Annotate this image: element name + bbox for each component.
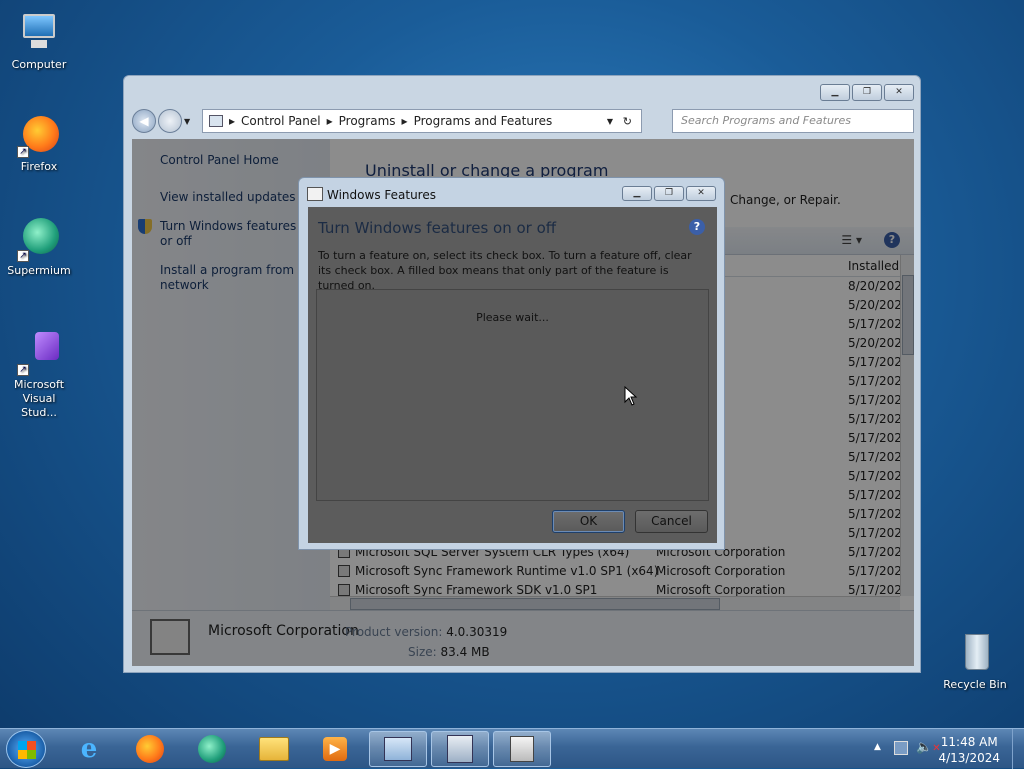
dialog-minimize-button[interactable]: ▁ (622, 186, 652, 201)
desktop-icon-label: Supermium (7, 264, 71, 277)
system-clock[interactable]: 11:48 AM 4/13/2024 (938, 734, 1000, 766)
network-icon[interactable] (894, 741, 908, 755)
taskbar-file-explorer[interactable] (245, 731, 303, 767)
notification-area: ▲ 🔈✕ 11:48 AM 4/13/2024 (864, 729, 1024, 769)
dialog-help-icon[interactable]: ? (689, 219, 705, 235)
taskbar-firefox[interactable] (121, 731, 179, 767)
loading-status: Please wait... (476, 311, 549, 324)
windows-features-icon (307, 187, 323, 201)
forward-button[interactable] (158, 109, 182, 133)
desktop-icon-label: Recycle Bin (943, 678, 1007, 691)
computer-icon (17, 10, 61, 54)
file-explorer-icon (259, 737, 289, 761)
visual-studio-icon: ↗ (17, 330, 61, 376)
search-input[interactable]: Search Programs and Features (672, 109, 914, 133)
dialog-close-button[interactable]: ✕ (686, 186, 716, 201)
breadcrumb-dropdown-icon[interactable]: ▼ (607, 117, 613, 126)
cancel-button[interactable]: Cancel (635, 510, 708, 533)
windows-logo-icon (18, 741, 36, 759)
recent-pages-dropdown[interactable]: ▼ (184, 117, 194, 126)
internet-explorer-icon: e (80, 734, 98, 764)
control-panel-icon (209, 115, 223, 127)
desktop-icon-label: Firefox (20, 160, 58, 173)
desktop-icon-visual-studio[interactable]: ↗ Microsoft Visual Stud... (3, 330, 75, 420)
refresh-icon[interactable]: ↻ (623, 115, 632, 128)
windows-features-icon (510, 736, 534, 762)
taskbar-supermium[interactable] (183, 731, 241, 767)
supermium-icon (198, 735, 226, 763)
dialog-caption-buttons: ▁ ❐ ✕ (622, 186, 716, 201)
show-desktop-button[interactable] (1012, 729, 1024, 769)
show-hidden-icons-icon[interactable]: ▲ (874, 742, 881, 752)
desktop-icon-supermium[interactable]: ↗ Supermium (3, 216, 75, 278)
dialog-title: Windows Features (327, 188, 436, 202)
dialog-body: Turn Windows features on or off ? To tur… (308, 207, 717, 543)
minimize-button[interactable]: ▁ (820, 84, 850, 101)
volume-muted-icon[interactable]: 🔈✕ (916, 740, 941, 755)
breadcrumb-item[interactable]: Programs and Features (414, 114, 553, 128)
breadcrumb-item[interactable]: Control Panel (241, 114, 321, 128)
desktop-icon-label: Microsoft Visual Stud... (13, 378, 65, 419)
taskbar-windows-features[interactable] (493, 731, 551, 767)
firefox-icon: ↗ (17, 112, 61, 158)
clock-time: 11:48 AM (940, 735, 998, 749)
windows-features-dialog: Windows Features ▁ ❐ ✕ Turn Windows feat… (298, 177, 725, 550)
supermium-icon: ↗ (17, 216, 61, 262)
ok-button[interactable]: OK (552, 510, 625, 533)
breadcrumb-separator-icon: ▸ (401, 114, 408, 128)
breadcrumb[interactable]: ▸ Control Panel ▸ Programs ▸ Programs an… (202, 109, 642, 133)
desktop-icon-computer[interactable]: Computer (3, 10, 75, 72)
media-player-icon: ▶ (323, 737, 347, 761)
back-arrow-icon: ◀ (139, 114, 149, 128)
dialog-description: To turn a feature on, select its check b… (318, 249, 692, 292)
control-panel-icon (384, 737, 412, 761)
installer-icon (447, 735, 473, 763)
mouse-cursor-icon (624, 386, 638, 406)
shortcut-arrow-icon: ↗ (17, 146, 29, 158)
desktop-icon-firefox[interactable]: ↗ Firefox (3, 112, 75, 174)
shortcut-arrow-icon: ↗ (17, 250, 29, 262)
breadcrumb-item[interactable]: Programs (339, 114, 396, 128)
address-bar-row: ◀ ▼ ▸ Control Panel ▸ Programs ▸ Program… (132, 108, 914, 134)
desktop-icon-recycle-bin[interactable]: Recycle Bin (939, 630, 1011, 692)
window-caption-buttons: ▁ ❐ ✕ (820, 84, 914, 101)
maximize-button[interactable]: ❐ (852, 84, 882, 101)
firefox-icon (136, 735, 164, 763)
recycle-bin-icon (953, 630, 997, 674)
taskbar-internet-explorer[interactable]: e (60, 731, 118, 767)
shortcut-arrow-icon: ↗ (17, 364, 29, 376)
taskbar-media-player[interactable]: ▶ (306, 731, 364, 767)
back-button[interactable]: ◀ (132, 109, 156, 133)
taskbar-installer[interactable] (431, 731, 489, 767)
desktop-icon-label: Computer (11, 58, 67, 71)
start-button[interactable] (6, 730, 46, 768)
close-button[interactable]: ✕ (884, 84, 914, 101)
dialog-heading: Turn Windows features on or off (318, 219, 557, 237)
taskbar-control-panel[interactable] (369, 731, 427, 767)
dialog-maximize-button[interactable]: ❐ (654, 186, 684, 201)
taskbar: e ▶ ▲ 🔈✕ 11:48 AM 4/13/2024 (0, 728, 1024, 769)
feature-tree[interactable]: Please wait... (316, 289, 709, 501)
breadcrumb-separator-icon: ▸ (326, 114, 333, 128)
clock-date: 4/13/2024 (938, 751, 1000, 765)
breadcrumb-separator-icon: ▸ (229, 114, 236, 128)
